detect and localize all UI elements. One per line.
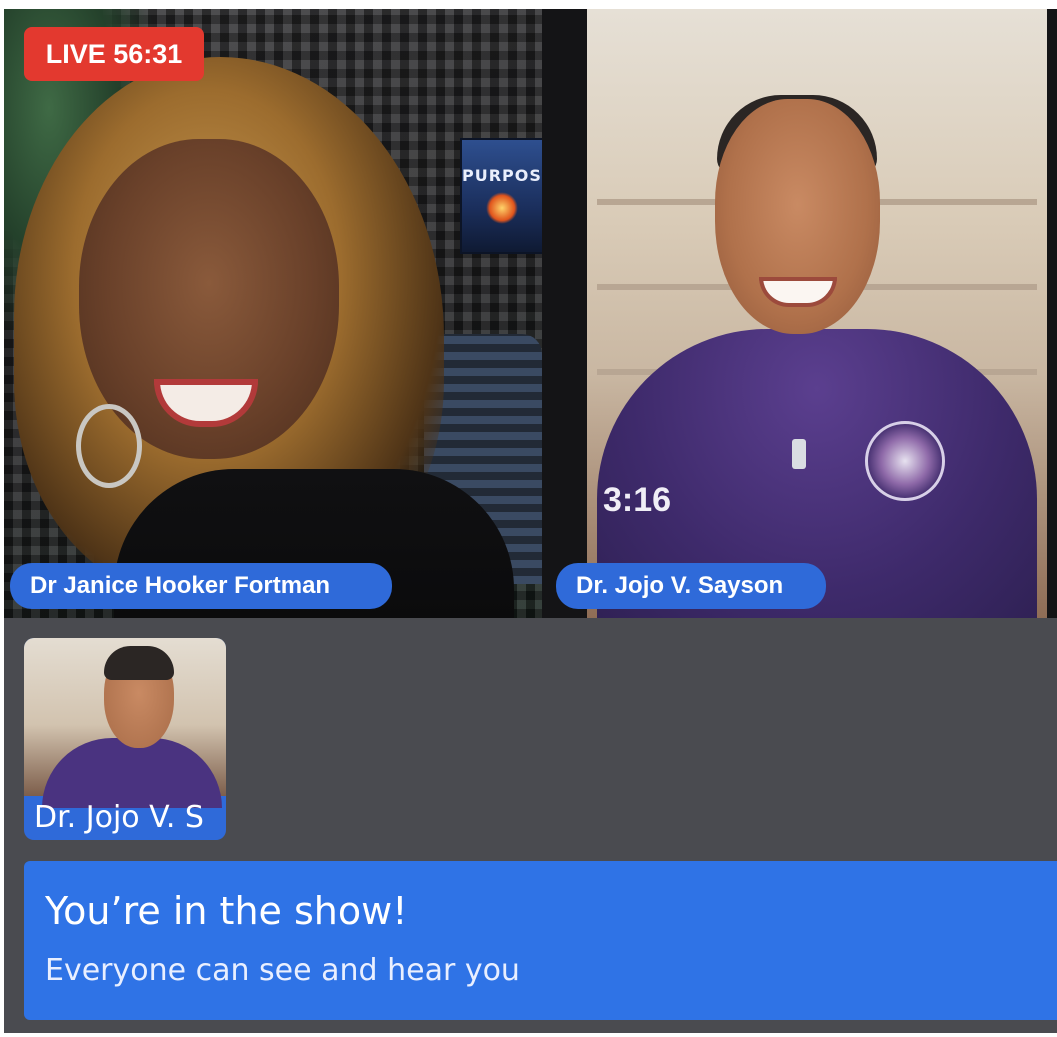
self-view-video	[24, 638, 226, 808]
book-art	[486, 192, 518, 224]
status-banner: You’re in the show! Everyone can see and…	[24, 861, 1057, 1020]
earring	[76, 404, 142, 488]
guest-pendant	[792, 439, 806, 469]
tile-divider	[542, 9, 587, 618]
live-badge: LIVE 56:31	[24, 27, 204, 81]
participant-video-host[interactable]: PURPOSE	[4, 9, 542, 618]
self-view-thumbnail[interactable]: Dr. Jojo V. S	[24, 638, 226, 840]
shirt-number: 3:16	[603, 481, 672, 519]
banner-title: You’re in the show!	[45, 889, 408, 933]
tile-divider	[1047, 9, 1057, 618]
name-tag-guest: Dr. Jojo V. Sayson	[556, 563, 826, 609]
banner-subtitle: Everyone can see and hear you	[45, 953, 520, 988]
participant-video-guest[interactable]: 3:16	[587, 9, 1047, 618]
self-view-hair	[104, 646, 174, 680]
shirt-patch	[865, 421, 945, 501]
book-title: PURPOSE	[462, 166, 542, 185]
name-tag-host: Dr Janice Hooker Fortman	[10, 563, 392, 609]
book: PURPOSE	[462, 140, 542, 252]
self-view-label: Dr. Jojo V. S	[34, 800, 204, 835]
